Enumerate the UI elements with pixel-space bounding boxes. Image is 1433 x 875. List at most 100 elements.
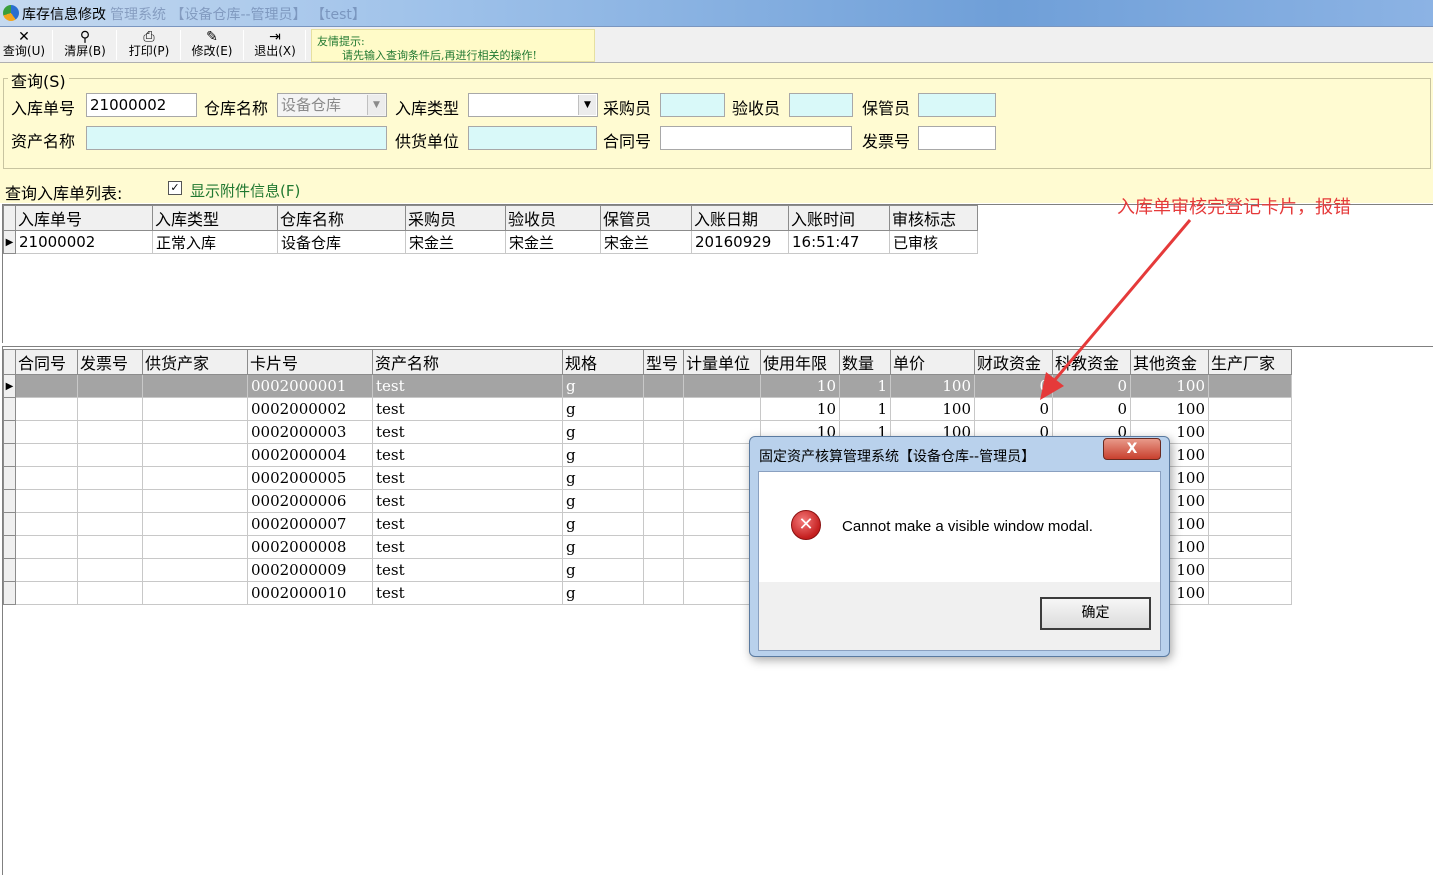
column-header[interactable]: 仓库名称: [277, 205, 406, 231]
table-cell[interactable]: [77, 443, 143, 467]
table-cell[interactable]: [643, 558, 684, 582]
table-cell[interactable]: [643, 581, 684, 605]
column-header[interactable]: 卡片号: [247, 349, 373, 375]
invoice-no-input[interactable]: [918, 126, 996, 150]
table-cell[interactable]: [643, 443, 684, 467]
table-cell[interactable]: 宋金兰: [505, 230, 601, 254]
table-cell[interactable]: [142, 558, 248, 582]
asset-name-input[interactable]: [86, 126, 387, 150]
table-cell[interactable]: g: [562, 397, 644, 421]
table-cell[interactable]: 10: [760, 397, 840, 421]
table-cell[interactable]: [142, 466, 248, 490]
purchaser-input[interactable]: [660, 93, 725, 117]
table-cell[interactable]: [1208, 443, 1292, 467]
supplier-input[interactable]: [468, 126, 597, 150]
column-header[interactable]: 单价: [890, 349, 975, 375]
table-cell[interactable]: [643, 489, 684, 513]
table-cell[interactable]: [15, 374, 78, 398]
table-cell[interactable]: g: [562, 535, 644, 559]
inspector-input[interactable]: [789, 93, 853, 117]
table-cell[interactable]: g: [562, 420, 644, 444]
column-header[interactable]: 使用年限: [760, 349, 840, 375]
table-cell[interactable]: [643, 374, 684, 398]
warehouse-select[interactable]: 设备仓库 ▼: [277, 93, 387, 117]
table-cell[interactable]: 100: [890, 374, 975, 398]
table-cell[interactable]: 1: [839, 397, 891, 421]
table-cell[interactable]: 16:51:47: [788, 230, 890, 254]
table-cell[interactable]: test: [372, 558, 563, 582]
table-cell[interactable]: [643, 420, 684, 444]
table-cell[interactable]: test: [372, 466, 563, 490]
receipt-type-select[interactable]: ▼: [468, 93, 598, 117]
table-cell[interactable]: [683, 397, 761, 421]
table-cell[interactable]: [15, 581, 78, 605]
table-cell[interactable]: [77, 420, 143, 444]
column-header[interactable]: 入库类型: [152, 205, 278, 231]
table-cell[interactable]: [1208, 420, 1292, 444]
table-cell[interactable]: 0002000004: [247, 443, 373, 467]
table-cell[interactable]: [1208, 489, 1292, 513]
table-cell[interactable]: 宋金兰: [405, 230, 506, 254]
table-cell[interactable]: [1208, 558, 1292, 582]
table-cell[interactable]: [1208, 535, 1292, 559]
table-cell[interactable]: [15, 466, 78, 490]
table-cell[interactable]: [1208, 581, 1292, 605]
table-cell[interactable]: [15, 558, 78, 582]
column-header[interactable]: 采购员: [405, 205, 506, 231]
chevron-down-icon[interactable]: ▼: [367, 95, 385, 115]
table-cell[interactable]: [643, 466, 684, 490]
table-cell[interactable]: test: [372, 420, 563, 444]
keeper-input[interactable]: [918, 93, 996, 117]
table-cell[interactable]: g: [562, 374, 644, 398]
table-cell[interactable]: [77, 581, 143, 605]
table-cell[interactable]: 设备仓库: [277, 230, 406, 254]
table-cell[interactable]: [15, 443, 78, 467]
edit-button[interactable]: ✎ 修改(E): [189, 29, 235, 61]
query-button[interactable]: ✕ 查询(U): [2, 29, 46, 61]
table-cell[interactable]: [15, 489, 78, 513]
table-cell[interactable]: [142, 443, 248, 467]
column-header[interactable]: 生产厂家: [1208, 349, 1292, 375]
column-header[interactable]: 供货产家: [142, 349, 248, 375]
clear-button[interactable]: ⚲ 清屏(B): [62, 29, 108, 61]
table-cell[interactable]: test: [372, 489, 563, 513]
table-cell[interactable]: g: [562, 512, 644, 536]
table-cell[interactable]: g: [562, 558, 644, 582]
table-cell[interactable]: [77, 397, 143, 421]
column-header[interactable]: 验收员: [505, 205, 601, 231]
table-cell[interactable]: [142, 535, 248, 559]
column-header[interactable]: 发票号: [77, 349, 143, 375]
table-cell[interactable]: 0002000008: [247, 535, 373, 559]
table-cell[interactable]: [77, 512, 143, 536]
table-row[interactable]: ▶ 21000002 正常入库 设备仓库 宋金兰 宋金兰 宋金兰 2016092…: [3, 230, 978, 254]
table-cell[interactable]: [643, 535, 684, 559]
column-header[interactable]: 入账时间: [788, 205, 890, 231]
table-cell[interactable]: 100: [890, 397, 975, 421]
column-header[interactable]: 资产名称: [372, 349, 563, 375]
table-cell[interactable]: [15, 512, 78, 536]
table-cell[interactable]: test: [372, 512, 563, 536]
show-attachments-label[interactable]: 显示附件信息(F): [190, 180, 300, 201]
column-header[interactable]: 数量: [839, 349, 891, 375]
table-cell[interactable]: [77, 558, 143, 582]
show-attachments-checkbox[interactable]: ✓: [168, 181, 182, 195]
table-cell[interactable]: [142, 581, 248, 605]
table-cell[interactable]: 已审核: [889, 230, 978, 254]
table-cell[interactable]: 1: [839, 374, 891, 398]
table-cell[interactable]: [643, 512, 684, 536]
table-cell[interactable]: 0002000007: [247, 512, 373, 536]
table-cell[interactable]: test: [372, 581, 563, 605]
table-cell[interactable]: [683, 374, 761, 398]
table-cell[interactable]: 0002000009: [247, 558, 373, 582]
table-cell[interactable]: [1208, 512, 1292, 536]
table-cell[interactable]: [142, 397, 248, 421]
table-cell[interactable]: [643, 397, 684, 421]
dialog-close-button[interactable]: X: [1103, 438, 1161, 460]
table-cell[interactable]: [15, 535, 78, 559]
column-header[interactable]: 计量单位: [683, 349, 761, 375]
exit-button[interactable]: ⇥ 退出(X): [252, 29, 298, 61]
contract-no-input[interactable]: [660, 126, 852, 150]
column-header[interactable]: 合同号: [15, 349, 78, 375]
ok-button[interactable]: 确定: [1040, 597, 1151, 630]
table-cell[interactable]: 宋金兰: [600, 230, 692, 254]
